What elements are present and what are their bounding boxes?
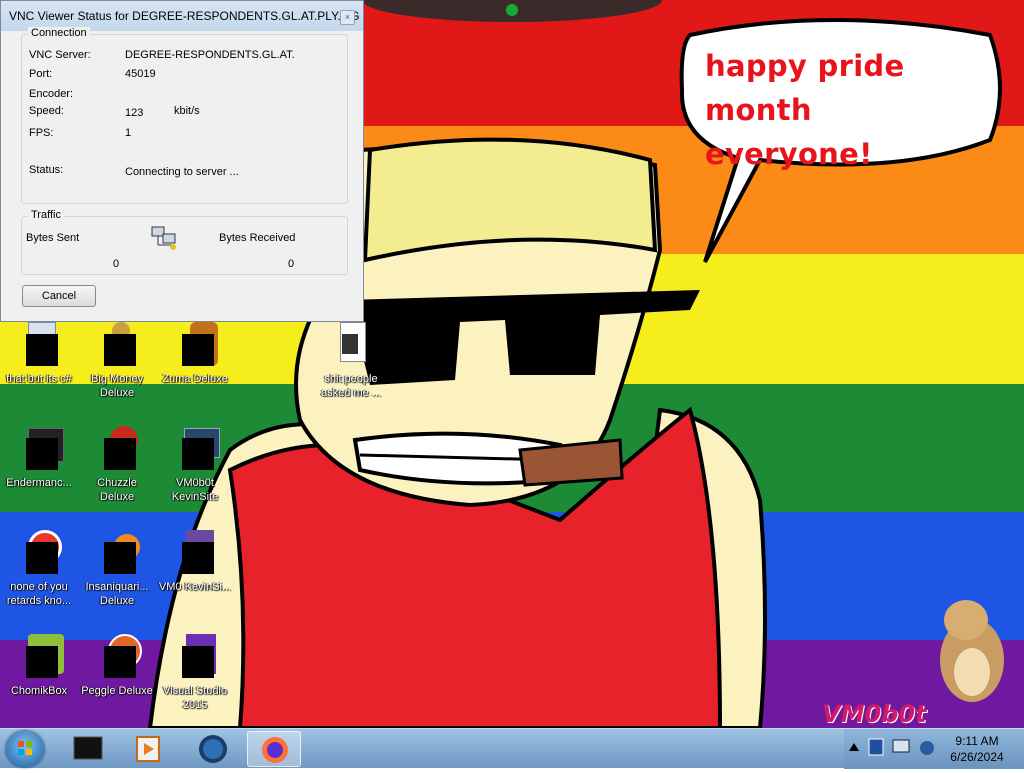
desktop-icon-vm0-kevinsite[interactable]: VM0 KevinSi... — [158, 530, 232, 594]
visual-studio-icon — [172, 634, 218, 680]
vnc-status-dialog: VNC Viewer Status for DEGREE-RESPONDENTS… — [0, 0, 364, 322]
peggle-icon — [94, 634, 142, 680]
desktop-icon-visual-studio-2015[interactable]: Visual Studio 2015 — [158, 634, 232, 712]
dialog-title: VNC Viewer Status for DEGREE-RESPONDENTS… — [9, 9, 360, 23]
desktop-icon-vm0b0t-kevinsite[interactable]: VM0b0t KevinSite — [158, 426, 232, 504]
desktop-icon-none-of-you-retards[interactable]: none of you retards kno... — [2, 530, 76, 608]
zuma-frog-icon — [172, 322, 218, 368]
desktop-icon-chomikbox[interactable]: ChomikBox — [2, 634, 76, 698]
cancel-button[interactable]: Cancel — [22, 285, 96, 307]
port-value: 45019 — [125, 68, 156, 80]
terminal-icon — [73, 736, 103, 760]
taskbar-browser-button[interactable] — [186, 731, 240, 767]
vm0b0t-watermark: VM0b0t — [822, 700, 927, 728]
speed-unit: kbit/s — [174, 105, 200, 117]
server-label: VNC Server: — [29, 49, 91, 61]
firefox-icon — [262, 737, 288, 763]
fish-icon — [94, 530, 140, 576]
globe-icon — [199, 735, 227, 763]
fps-label: FPS: — [29, 127, 54, 139]
tray-vnc-icon[interactable] — [868, 737, 886, 757]
status-label: Status: — [29, 164, 64, 176]
encoder-label: Encoder: — [29, 88, 74, 100]
clock-time: 9:11 AM — [955, 734, 999, 748]
port-label: Port: — [29, 68, 53, 80]
speed-label: Speed: — [29, 105, 64, 117]
status-value: Connecting to server ... — [125, 166, 239, 178]
bytes-sent-value: 0 — [113, 258, 120, 270]
taskbar-firefox-button[interactable] — [247, 731, 301, 767]
bytes-received-value: 0 — [288, 258, 295, 270]
network-computers-icon — [151, 225, 179, 253]
terminal-icon — [16, 426, 64, 472]
desktop-icon-big-money-deluxe[interactable]: Big Money Deluxe — [80, 322, 154, 400]
system-tray: 9:11 AM 6/26/2024 — [844, 729, 1024, 769]
fps-value: 1 — [125, 127, 132, 139]
desktop-icon-peggle-deluxe[interactable]: Peggle Deluxe — [80, 634, 154, 698]
taskbar-terminal-button[interactable] — [62, 731, 116, 767]
bytes-sent-label: Bytes Sent — [26, 232, 80, 244]
server-value: DEGREE-RESPONDENTS.GL.AT. — [125, 49, 295, 61]
clock-date: 6/26/2024 — [950, 750, 1004, 764]
start-button[interactable] — [6, 731, 44, 767]
traffic-group: Traffic — [21, 209, 348, 275]
chomikbox-icon — [16, 634, 64, 680]
desktop-icon-insaniquarium-deluxe[interactable]: Insaniquari... Deluxe — [80, 530, 154, 608]
desktop-icon-shit-people-asked-me[interactable]: shit people asked me ... — [314, 322, 388, 400]
bytes-received-label: Bytes Received — [219, 232, 296, 244]
speech-bubble-text: happy pride month everyone! — [705, 49, 905, 171]
windows-logo-icon — [18, 741, 32, 755]
big-money-icon — [94, 322, 140, 368]
speed-value: 123 — [125, 107, 144, 119]
monitor-icon — [172, 426, 220, 472]
desktop-icon-zuma-deluxe[interactable]: Zuma Deluxe — [158, 322, 232, 386]
desktop-icon-endermanch[interactable]: Endermanc... — [2, 426, 76, 490]
chuzzle-icon — [94, 426, 140, 472]
media-player-icon — [136, 736, 160, 762]
desktop-icon-chuzzle-deluxe[interactable]: Chuzzle Deluxe — [80, 426, 154, 504]
taskbar: 9:11 AM 6/26/2024 — [0, 728, 1024, 769]
taskbar-media-player-button[interactable] — [122, 731, 176, 767]
text-file-icon — [328, 322, 374, 368]
tray-volume-icon[interactable] — [918, 739, 936, 757]
show-hidden-icons-icon[interactable] — [848, 739, 860, 757]
document-icon — [172, 530, 218, 576]
csharp-file-icon — [16, 322, 62, 368]
tray-network-icon[interactable] — [892, 737, 912, 757]
taskbar-clock[interactable]: 9:11 AM 6/26/2024 — [942, 733, 1012, 765]
circle-app-icon — [16, 530, 62, 576]
close-icon[interactable]: × — [340, 10, 355, 25]
desktop-icon-that-but-its-csharp[interactable]: that but its c# — [2, 322, 76, 386]
